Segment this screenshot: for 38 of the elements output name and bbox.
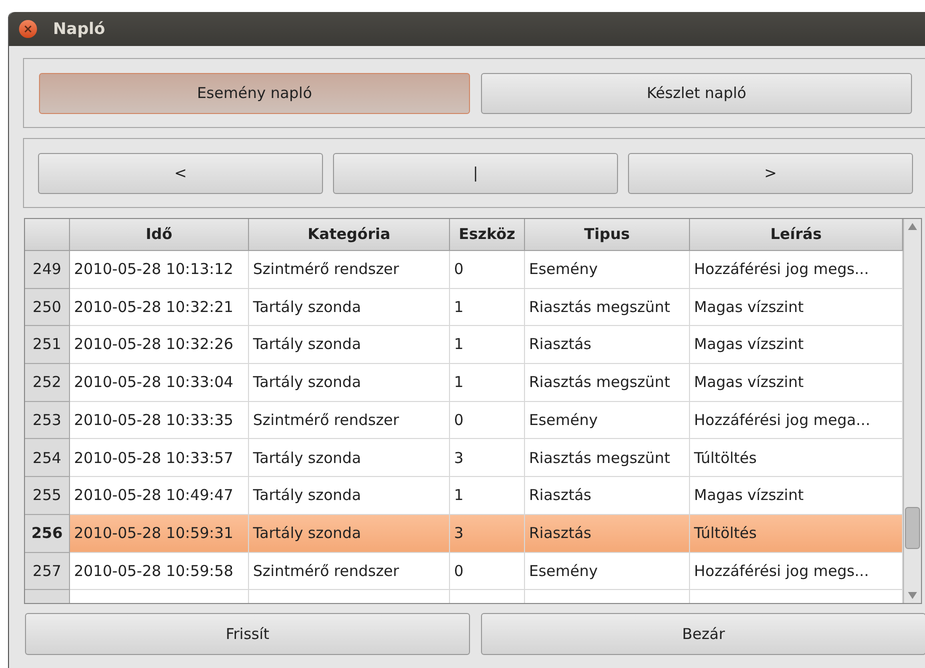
row-number: 255: [25, 477, 70, 515]
close-icon: [24, 25, 32, 33]
log-tab[interactable]: Esemény napló: [39, 72, 470, 114]
column-header[interactable]: Leírás: [690, 219, 903, 251]
table-row[interactable]: 256 2010-05-28 10:59:31 Tartály szonda 3 Riasztás Túltöltés: [25, 514, 903, 552]
row-number: 251: [25, 326, 70, 364]
footer-button[interactable]: Frissít: [25, 613, 470, 655]
nav-button[interactable]: <: [38, 152, 323, 194]
close-button[interactable]: [19, 20, 37, 38]
table-row[interactable]: 251 2010-05-28 10:32:26 Tartály szonda 1 Riasztás Magas vízszint: [25, 326, 903, 364]
row-number: 254: [25, 439, 70, 478]
window-title: Napló: [53, 18, 106, 40]
table-row[interactable]: 253 2010-05-28 10:33:35 Szintmérő rendszer 0 Esemény Hozzáférési jog mega...: [25, 402, 903, 440]
corner-header: [25, 219, 70, 251]
scrollbar-thumb[interactable]: [905, 507, 920, 549]
scroll-up-icon[interactable]: [908, 223, 917, 230]
scroll-down-icon[interactable]: [908, 592, 917, 599]
vertical-scrollbar[interactable]: [903, 219, 921, 603]
row-number: 257: [25, 552, 70, 590]
row-number: 256: [25, 514, 70, 552]
row-number: 252: [25, 364, 70, 402]
column-header[interactable]: Idő: [70, 219, 249, 251]
table-row[interactable]: 255 2010-05-28 10:49:47 Tartály szonda 1 Riasztás Magas vízszint: [25, 477, 903, 515]
column-header[interactable]: Kategória: [249, 219, 450, 251]
row-number: 250: [25, 288, 70, 326]
column-header[interactable]: Tipus: [525, 219, 690, 251]
row-number: 249: [25, 251, 70, 289]
table-row[interactable]: 252 2010-05-28 10:33:04 Tartály szonda 1 Riasztás megszünt Magas vízszint: [25, 364, 903, 402]
footer-button[interactable]: Bezár: [481, 613, 925, 655]
row-number: 253: [25, 402, 70, 440]
table-row[interactable]: 257 2010-05-28 10:59:58 Szintmérő rendszer 0 Esemény Hozzáférési jog megs...: [25, 552, 903, 590]
table-row[interactable]: 250 2010-05-28 10:32:21 Tartály szonda 1 Riasztás megszünt Magas vízszint: [25, 288, 903, 326]
log-tab[interactable]: Készlet napló: [481, 72, 912, 114]
nav-button[interactable]: >: [628, 152, 913, 194]
table-row[interactable]: 254 2010-05-28 10:33:57 Tartály szonda 3 Riasztás megszünt Túltöltés: [25, 439, 903, 478]
table-row[interactable]: 249 2010-05-28 10:13:12 Szintmérő rendszer 0 Esemény Hozzáférési jog megs...: [25, 251, 903, 289]
nav-button[interactable]: |: [333, 152, 618, 194]
column-header[interactable]: Eszköz: [450, 219, 525, 251]
